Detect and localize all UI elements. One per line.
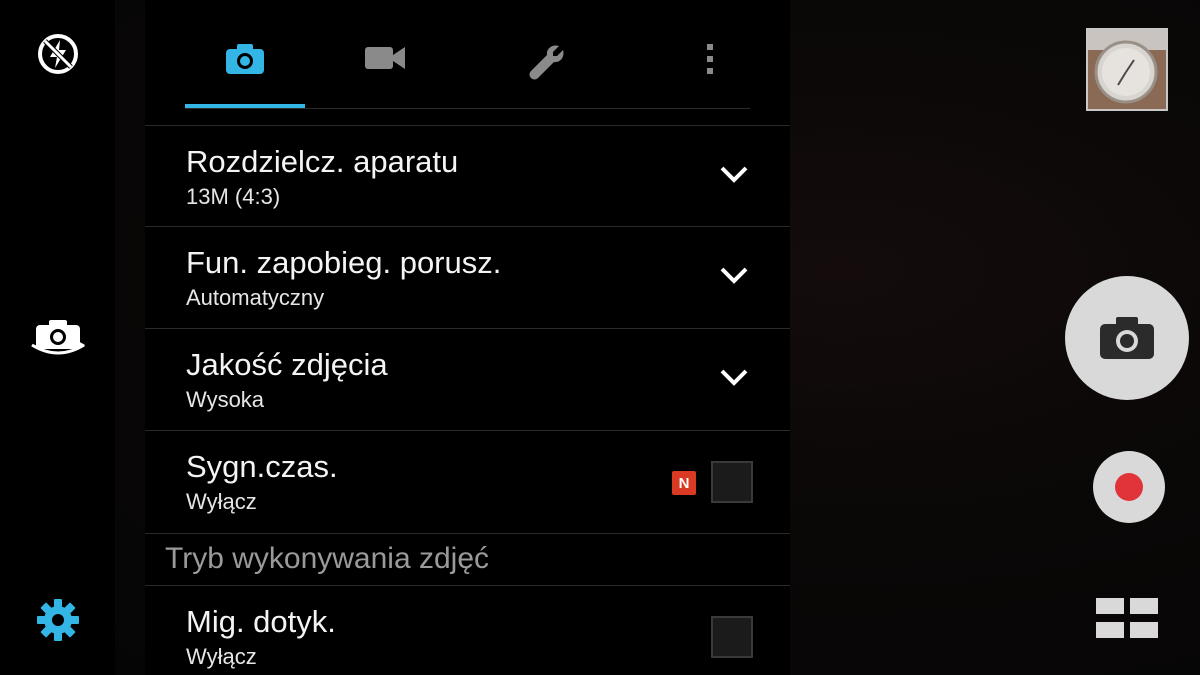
setting-title: Jakość zdjęcia [186,347,388,382]
setting-row-resolution[interactable]: Rozdzielcz. aparatu 13M (4:3) [145,125,790,225]
camera-modes-button[interactable] [1096,598,1160,640]
setting-title: Rozdzielcz. aparatu [186,144,459,179]
section-header-shooting-mode: Tryb wykonywania zdjęć [145,533,790,585]
new-badge: N [672,471,696,495]
tab-more[interactable] [650,20,770,110]
camera-icon [1100,317,1154,359]
timestamp-checkbox[interactable] [711,461,753,503]
record-video-button[interactable] [1093,451,1165,523]
section-header-label: Tryb wykonywania zdjęć [165,542,490,575]
setting-value: Wyłącz [186,489,257,514]
settings-button[interactable] [28,590,88,650]
more-vertical-icon [707,44,713,74]
record-icon [1115,473,1143,501]
last-photo-thumbnail[interactable] [1086,28,1168,111]
setting-title: Sygn.czas. [186,449,338,484]
flash-off-icon [38,34,78,74]
switch-camera-button[interactable] [28,307,88,367]
left-control-rail [0,0,115,675]
touch-shutter-checkbox[interactable] [711,616,753,658]
chevron-down-icon[interactable] [718,162,750,186]
setting-value: 13M (4:3) [186,184,281,209]
setting-value: Automatyczny [186,285,325,310]
gear-icon [37,599,79,641]
mode-grid-icon [1096,598,1124,614]
chevron-down-icon[interactable] [718,365,750,389]
setting-row-timestamp[interactable]: Sygn.czas. Wyłącz N [145,430,790,530]
setting-title: Mig. dotyk. [186,604,336,639]
mode-grid-icon-cell [1130,622,1158,638]
photo-thumbnail-image [1088,30,1166,109]
wrench-icon [529,45,564,80]
tab-camera[interactable] [185,20,305,110]
setting-row-touch-shutter[interactable]: Mig. dotyk. Wyłącz [145,585,790,675]
settings-tab-bar [145,0,790,110]
camera-icon [226,44,264,74]
settings-panel: Rozdzielcz. aparatu 13M (4:3) Fun. zapob… [145,0,790,675]
setting-title: Fun. zapobieg. porusz. [186,245,502,280]
video-camera-icon [365,47,405,69]
setting-value: Wysoka [186,387,265,412]
switch-camera-icon [31,320,85,355]
mode-grid-icon-cell [1130,598,1158,614]
tab-divider [185,108,750,109]
setting-row-stabilization[interactable]: Fun. zapobieg. porusz. Automatyczny [145,226,790,326]
mode-grid-icon-cell [1096,622,1124,638]
shutter-button[interactable] [1065,276,1189,400]
setting-row-quality[interactable]: Jakość zdjęcia Wysoka [145,328,790,428]
setting-value: Wyłącz [186,644,257,669]
tab-tools[interactable] [487,20,607,110]
tab-video[interactable] [325,20,445,110]
chevron-down-icon[interactable] [718,263,750,287]
flash-off-button[interactable] [28,24,88,84]
